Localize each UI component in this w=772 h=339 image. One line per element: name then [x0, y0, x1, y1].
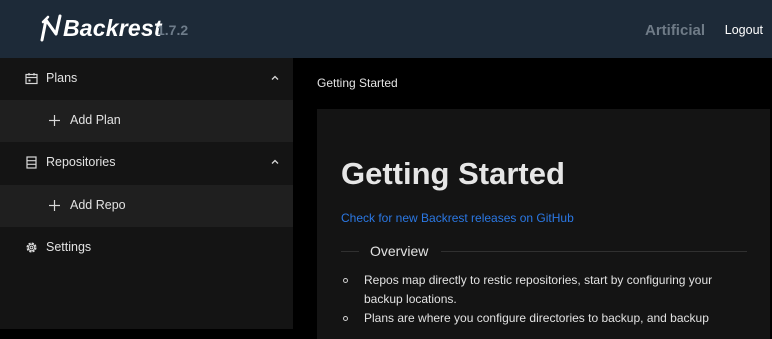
sidebar-item-add-repo[interactable]: Add Repo [0, 185, 293, 227]
app-logo[interactable]: Backrest [40, 11, 162, 45]
overview-divider: Overview [341, 240, 747, 262]
sidebar-item-label: Repositories [46, 155, 116, 169]
app-name: Backrest [63, 14, 162, 41]
logout-button[interactable]: Logout [725, 23, 763, 37]
sidebar-item-label: Settings [46, 240, 92, 254]
sidebar-item-label: Add Plan [70, 113, 121, 127]
list-item-text: Repos map directly to restic repositorie… [364, 273, 713, 306]
app-header: Backrest 1.7.2 Artificial Logout [0, 0, 772, 58]
list-item-text: Plans are where you configure directorie… [364, 311, 709, 325]
sidebar-item-plans[interactable]: Plans [0, 58, 293, 100]
plus-icon [49, 200, 60, 211]
plus-icon [49, 115, 60, 126]
app-version: 1.7.2 [157, 22, 189, 38]
sidebar-item-settings[interactable]: Settings [0, 227, 293, 269]
sidebar-item-label: Add Repo [70, 198, 126, 212]
section-title: Overview [370, 243, 429, 259]
list-item: Repos map directly to restic repositorie… [341, 271, 741, 309]
sidebar-item-repositories[interactable]: Repositories [0, 142, 293, 184]
sidebar-item-label: Plans [46, 71, 78, 85]
sidebar-item-add-plan[interactable]: Add Plan [0, 100, 293, 142]
calendar-icon [25, 73, 38, 85]
github-releases-link[interactable]: Check for new Backrest releases on GitHu… [341, 211, 574, 225]
backrest-logo-icon [40, 14, 62, 42]
divider-line [441, 251, 747, 252]
chevron-up-icon [271, 75, 279, 80]
bullet-icon [343, 316, 348, 321]
username-label: Artificial [644, 22, 705, 39]
getting-started-card: Getting Started Check for new Backrest r… [317, 109, 770, 339]
sidebar: Plans Add Plan Repositories Add Repo Set… [0, 58, 293, 329]
overview-list: Repos map directly to restic repositorie… [341, 271, 741, 328]
breadcrumb: Getting Started [317, 76, 398, 90]
page-title: Getting Started [341, 156, 565, 191]
list-item: Plans are where you configure directorie… [341, 309, 741, 328]
gear-icon [26, 242, 37, 253]
database-icon [26, 156, 37, 169]
bullet-icon [343, 278, 348, 283]
chevron-up-icon [271, 159, 279, 164]
divider-line [341, 251, 359, 252]
